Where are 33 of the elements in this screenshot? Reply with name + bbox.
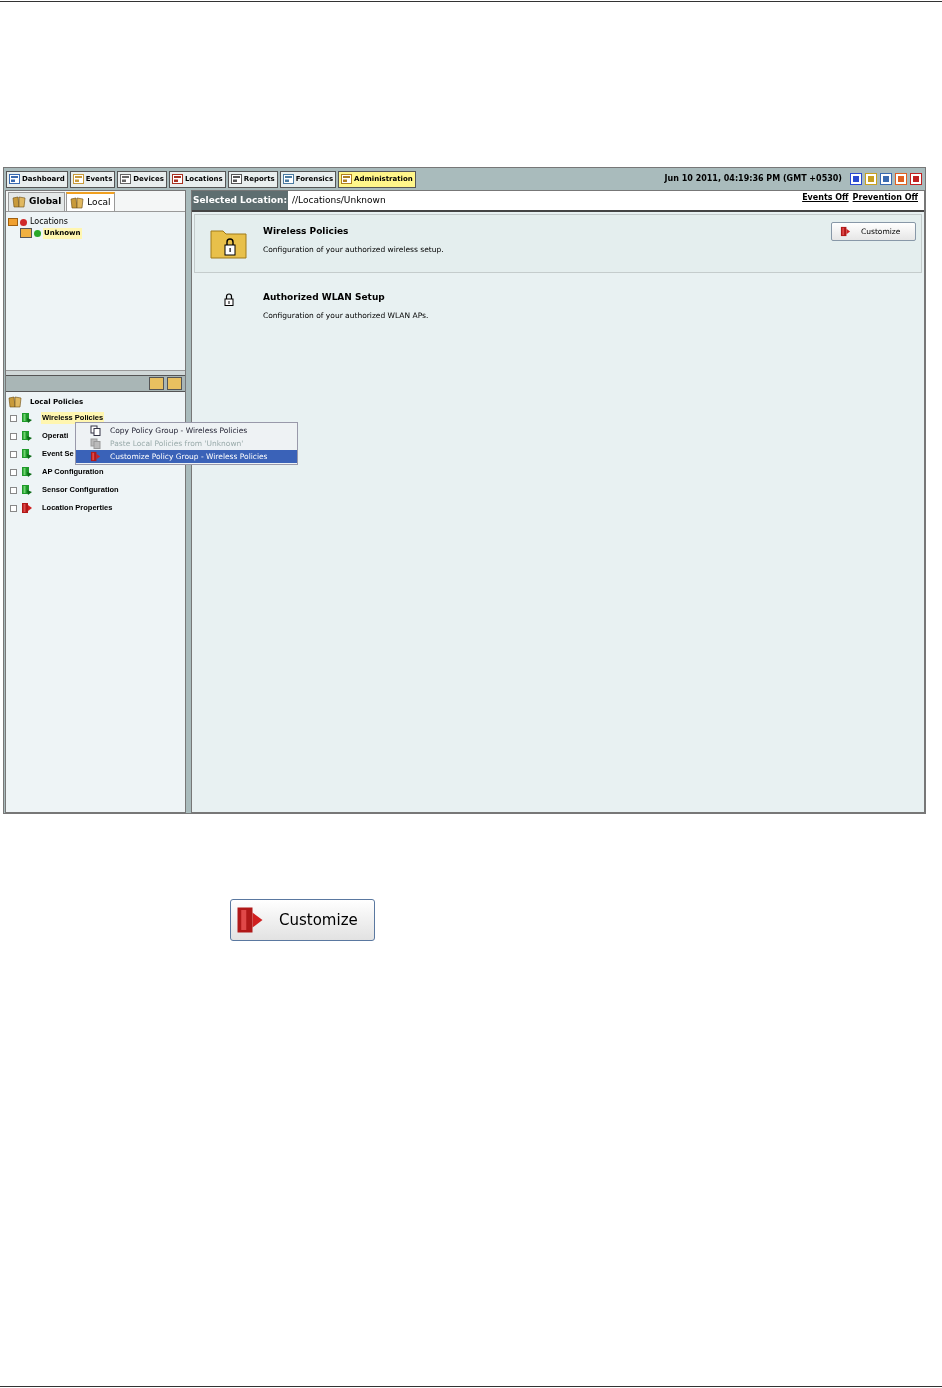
policies-icon bbox=[8, 396, 22, 408]
policy-icon bbox=[21, 448, 33, 460]
panel-tab[interactable]: Local bbox=[66, 192, 115, 211]
policy-icon bbox=[21, 484, 33, 496]
customize-icon bbox=[235, 905, 265, 935]
expand-toggle[interactable] bbox=[10, 504, 17, 512]
policy-icon bbox=[21, 466, 33, 478]
customize-icon bbox=[21, 502, 33, 514]
policy-icon bbox=[21, 430, 33, 442]
customize-button[interactable]: Customize bbox=[230, 899, 375, 941]
policy-icon bbox=[21, 412, 33, 424]
book-icon bbox=[12, 196, 26, 208]
expand-toggle[interactable] bbox=[10, 486, 17, 494]
paste-icon bbox=[90, 438, 101, 449]
expand-toggle[interactable] bbox=[10, 414, 17, 422]
customize-icon bbox=[90, 451, 101, 462]
location-path: //Locations/Unknown bbox=[292, 193, 386, 207]
expand-toggle[interactable] bbox=[10, 468, 17, 476]
panel-tab[interactable]: Global bbox=[8, 192, 66, 211]
lock-icon bbox=[224, 293, 234, 306]
book-icon bbox=[70, 196, 85, 209]
customize-icon bbox=[840, 226, 851, 237]
copy-icon bbox=[90, 425, 101, 436]
selected-location-label: Selected Location: bbox=[192, 191, 288, 210]
tree-item[interactable]: Locations bbox=[29, 216, 69, 228]
toggle-link[interactable]: Events Off bbox=[802, 192, 849, 204]
toggle-link[interactable]: Prevention Off bbox=[852, 192, 918, 204]
section-title: Wireless Policies bbox=[263, 225, 350, 238]
datetime: Jun 10 2011, 04:19:36 PM (GMT +0530) bbox=[664, 173, 842, 185]
expand-toggle[interactable] bbox=[10, 432, 17, 440]
locked-folder-icon bbox=[210, 227, 248, 259]
expand-toggle[interactable] bbox=[10, 450, 17, 458]
section-title: Authorized WLAN Setup bbox=[263, 291, 386, 304]
